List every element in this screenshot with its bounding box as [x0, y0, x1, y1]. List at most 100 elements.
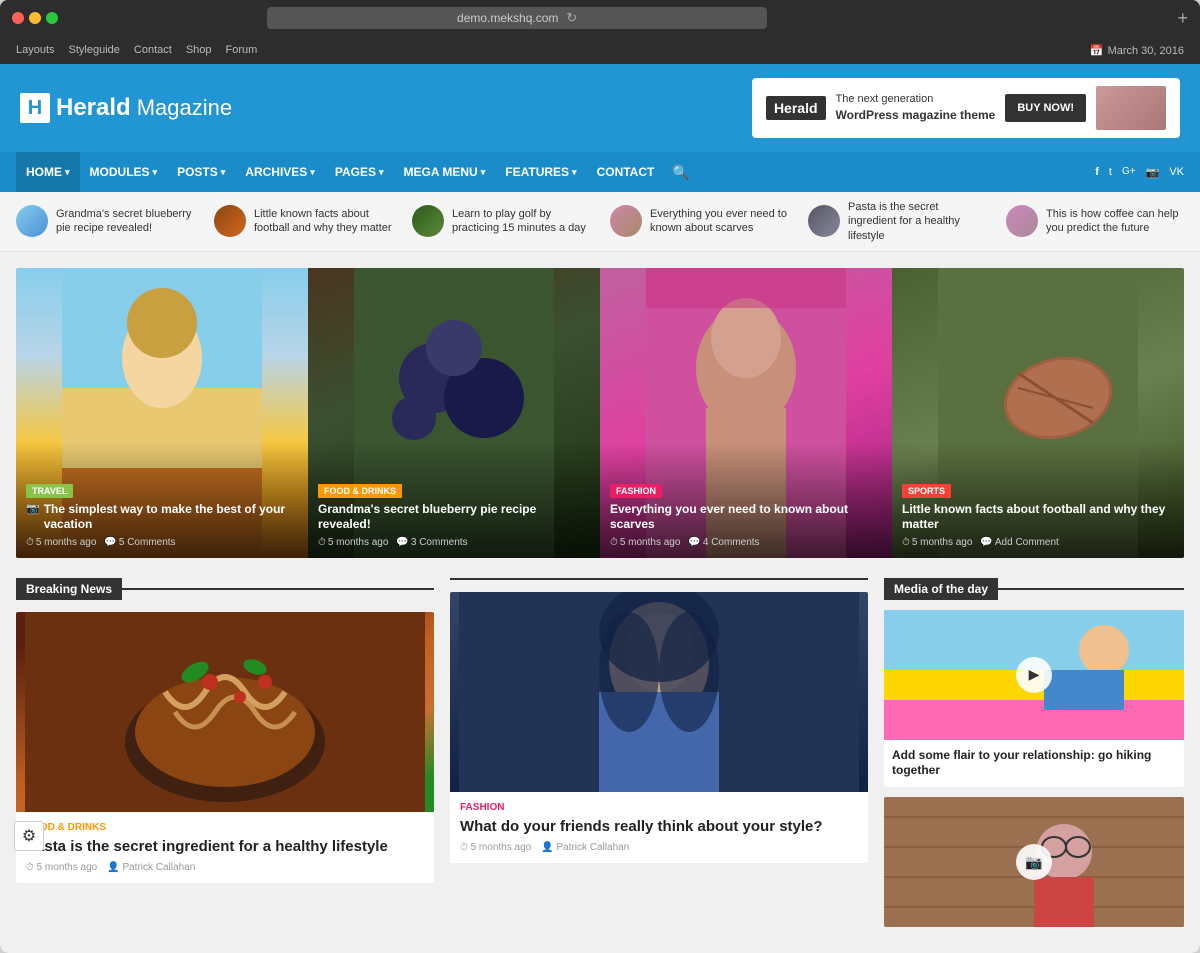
- section-divider: [122, 588, 434, 590]
- nav-modules-arrow: ▾: [153, 167, 158, 178]
- browser-dots: [12, 12, 58, 24]
- media-title-hiking: Add some flair to your relationship: go …: [892, 748, 1176, 779]
- hero-overlay-3: FASHION Everything you ever need to know…: [600, 442, 892, 558]
- nav-home[interactable]: HOME ▾: [16, 152, 80, 192]
- news-category-fashion2: FASHION: [460, 802, 858, 813]
- main-content: TRAVEL 📷 The simplest way to make the be…: [0, 252, 1200, 953]
- nav-archives-arrow: ▾: [310, 167, 315, 178]
- hero-item-fashion[interactable]: FASHION Everything you ever need to know…: [600, 268, 892, 558]
- hero-time-4: ⏱ 5 months ago: [902, 537, 972, 548]
- news-meta-pasta: ⏱ 5 months ago 👤 Patrick Callahan: [26, 862, 424, 873]
- nav-features[interactable]: FEATURES ▾: [495, 152, 586, 192]
- ticker-avatar-6: [1006, 205, 1038, 237]
- site-logo[interactable]: H Herald Magazine: [20, 93, 232, 123]
- layouts-link[interactable]: Layouts: [16, 44, 55, 56]
- hero-category-4: SPORTS: [902, 484, 951, 498]
- nav-posts[interactable]: POSTS ▾: [167, 152, 235, 192]
- nav-megamenu-arrow: ▾: [481, 167, 486, 178]
- googleplus-icon[interactable]: G+: [1122, 166, 1136, 179]
- hero-category-2: FOOD & DRINKS: [318, 484, 402, 498]
- ticker-text-3: Learn to play golf by practicing 15 minu…: [452, 207, 590, 236]
- hero-meta-4: ⏱ 5 months ago 💬 Add Comment: [902, 537, 1174, 548]
- nav-modules[interactable]: MODULES ▾: [80, 152, 168, 192]
- search-icon[interactable]: 🔍: [664, 164, 697, 181]
- hero-time-2: ⏱ 5 months ago: [318, 537, 388, 548]
- news-img-pasta: [16, 612, 434, 812]
- hero-overlay-1: TRAVEL 📷 The simplest way to make the be…: [16, 442, 308, 558]
- nav-pages-arrow: ▾: [379, 167, 384, 178]
- fashion2-svg: [450, 592, 868, 792]
- top-bar-links: Layouts Styleguide Contact Shop Forum: [16, 44, 257, 56]
- ticker-avatar-5: [808, 205, 840, 237]
- news-time-pasta: ⏱ 5 months ago: [26, 862, 97, 873]
- minimize-dot[interactable]: [29, 12, 41, 24]
- ticker-item-4[interactable]: Everything you ever need to known about …: [610, 205, 788, 237]
- news-card-fashion[interactable]: FASHION What do your friends really thin…: [450, 592, 868, 864]
- breaking-news-section-1: Breaking News: [16, 578, 434, 937]
- hero-meta-1: ⏱ 5 months ago 💬 5 Comments: [26, 537, 298, 548]
- close-dot[interactable]: [12, 12, 24, 24]
- new-tab-button[interactable]: +: [1177, 8, 1188, 29]
- news-time-fashion2: ⏱ 5 months ago: [460, 842, 531, 853]
- ticker-item-6[interactable]: This is how coffee can help you predict …: [1006, 205, 1184, 237]
- url-bar[interactable]: demo.mekshq.com ↻: [267, 7, 767, 29]
- ticker-item-2[interactable]: Little known facts about football and wh…: [214, 205, 392, 237]
- hero-title-1: The simplest way to make the best of you…: [44, 502, 298, 533]
- media-card-2[interactable]: 📷: [884, 797, 1184, 927]
- ticker-avatar-4: [610, 205, 642, 237]
- ad-buy-button[interactable]: BUY NOW!: [1005, 94, 1086, 122]
- hero-comments-1: 💬 5 Comments: [104, 537, 175, 548]
- news-meta-fashion2: ⏱ 5 months ago 👤 Patrick Callahan: [460, 842, 858, 853]
- media-section-header: Media of the day: [884, 578, 1184, 600]
- content-row: Breaking News: [16, 578, 1184, 937]
- nav-archives[interactable]: ARCHIVES ▾: [235, 152, 325, 192]
- nav-pages[interactable]: PAGES ▾: [325, 152, 394, 192]
- news-title-fashion2: What do your friends really think about …: [460, 817, 858, 837]
- contact-link[interactable]: Contact: [134, 44, 172, 56]
- ticker-item-1[interactable]: Grandma's secret blueberry pie recipe re…: [16, 205, 194, 237]
- settings-button[interactable]: ⚙: [14, 821, 44, 851]
- hero-title-3: Everything you ever need to known about …: [610, 502, 882, 533]
- social-links: f t G+ 📷 VK: [1095, 166, 1184, 179]
- vk-icon[interactable]: VK: [1169, 166, 1184, 179]
- hero-item-food[interactable]: FOOD & DRINKS Grandma's secret blueberry…: [308, 268, 600, 558]
- ad-text: The next generation WordPress magazine t…: [836, 92, 996, 125]
- news-body-fashion2: FASHION What do your friends really thin…: [450, 792, 868, 864]
- ticker-avatar-3: [412, 205, 444, 237]
- news-card-pasta[interactable]: FOOD & DRINKS Pasta is the secret ingred…: [16, 612, 434, 884]
- reload-icon[interactable]: ↻: [566, 10, 577, 26]
- ticker-item-3[interactable]: Learn to play golf by practicing 15 minu…: [412, 205, 590, 237]
- hero-item-travel[interactable]: TRAVEL 📷 The simplest way to make the be…: [16, 268, 308, 558]
- hero-comments-2: 💬 3 Comments: [396, 537, 467, 548]
- media-card-hiking[interactable]: ▶ Add some flair to your relationship: g…: [884, 610, 1184, 787]
- camera-button[interactable]: 📷: [1016, 844, 1052, 880]
- breaking-news-header: Breaking News: [16, 578, 434, 600]
- top-bar: Layouts Styleguide Contact Shop Forum 📅M…: [0, 36, 1200, 64]
- ticker-item-5[interactable]: Pasta is the secret ingredient for a hea…: [808, 200, 986, 243]
- ticker-text-6: This is how coffee can help you predict …: [1046, 207, 1184, 236]
- play-button[interactable]: ▶: [1016, 657, 1052, 693]
- hero-title-2: Grandma's secret blueberry pie recipe re…: [318, 502, 590, 533]
- forum-link[interactable]: Forum: [226, 44, 258, 56]
- maximize-dot[interactable]: [46, 12, 58, 24]
- styleguide-link[interactable]: Styleguide: [69, 44, 120, 56]
- nav-megamenu[interactable]: MEGA MENU ▾: [393, 152, 495, 192]
- hero-category-3: FASHION: [610, 484, 662, 498]
- instagram-icon[interactable]: 📷: [1146, 166, 1160, 179]
- hero-meta-2: ⏱ 5 months ago 💬 3 Comments: [318, 537, 590, 548]
- ticker-avatar-2: [214, 205, 246, 237]
- hero-item-sports[interactable]: SPORTS Little known facts about football…: [892, 268, 1184, 558]
- twitter-icon[interactable]: t: [1109, 166, 1112, 179]
- facebook-icon[interactable]: f: [1095, 166, 1099, 179]
- pasta-svg: [16, 612, 434, 812]
- site-header: H Herald Magazine Herald The next genera…: [0, 64, 1200, 152]
- media-sidebar: Media of the day: [884, 578, 1184, 937]
- breaking-news-header-2: [450, 578, 868, 580]
- header-advertisement[interactable]: Herald The next generation WordPress mag…: [752, 78, 1180, 138]
- hero-meta-3: ⏱ 5 months ago 💬 4 Comments: [610, 537, 882, 548]
- nav-contact[interactable]: CONTACT: [587, 152, 665, 192]
- hiking-bg: ▶: [884, 610, 1184, 740]
- nav-home-arrow: ▾: [65, 167, 70, 178]
- media2-bg: 📷: [884, 797, 1184, 927]
- shop-link[interactable]: Shop: [186, 44, 212, 56]
